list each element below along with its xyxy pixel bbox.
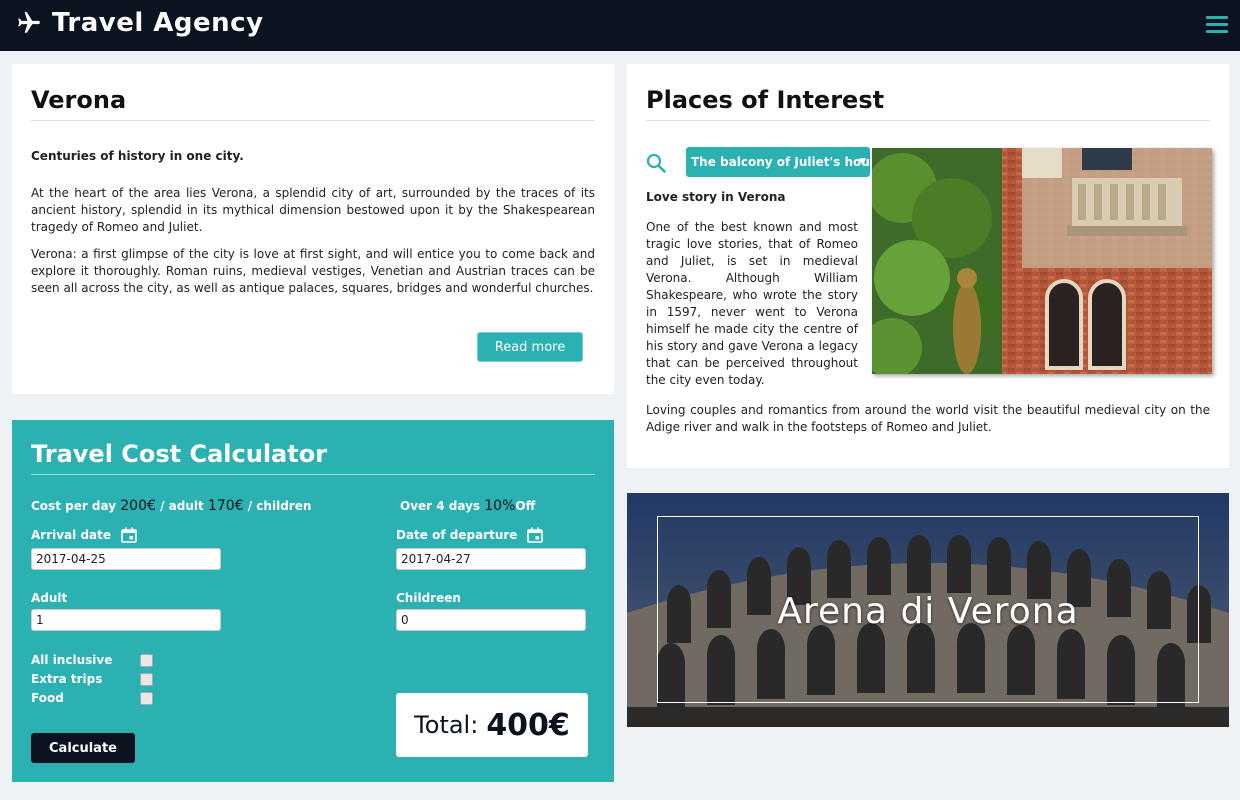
juliet-balcony-image xyxy=(872,148,1212,374)
departure-date-input[interactable] xyxy=(396,548,586,570)
children-label: Childreen xyxy=(396,591,461,605)
verona-title: Verona xyxy=(31,86,595,121)
verona-paragraph-1: At the heart of the area lies Verona, a … xyxy=(31,186,595,234)
place-select-value: The balcony of Juliet's house xyxy=(691,155,870,169)
discount-prefix: Over 4 days xyxy=(400,499,481,513)
brand-logo[interactable]: Travel Agency xyxy=(16,8,264,38)
option-extra-trips[interactable]: Extra trips xyxy=(31,672,153,686)
arena-banner[interactable]: Arena di Verona xyxy=(627,493,1229,727)
child-suffix: / children xyxy=(247,499,312,513)
departure-date-text: Date of departure xyxy=(396,528,518,542)
travel-cost-calculator: Travel Cost Calculator Cost per day 200€… xyxy=(12,420,614,782)
caret-down-icon: ▼ xyxy=(859,157,866,167)
brand-title: Travel Agency xyxy=(52,8,264,38)
places-of-interest-card: Places of Interest The balcony of Juliet… xyxy=(627,64,1229,468)
airplane-icon xyxy=(18,12,40,33)
calendar-icon[interactable] xyxy=(527,527,544,543)
arena-title: Arena di Verona xyxy=(777,591,1079,632)
adult-suffix: / adult xyxy=(160,499,204,513)
place-subtitle: Love story in Verona xyxy=(646,190,786,204)
hamburger-icon[interactable] xyxy=(1206,16,1228,36)
option-food[interactable]: Food xyxy=(31,691,153,705)
departure-date-label: Date of departure xyxy=(396,527,544,543)
option-label: Food xyxy=(31,691,64,705)
calculate-button[interactable]: Calculate xyxy=(31,733,135,763)
verona-paragraph-2: Verona: a first glimpse of the city is l… xyxy=(31,247,595,295)
adult-input[interactable] xyxy=(31,609,221,631)
place-description: One of the best known and most tragic lo… xyxy=(646,220,858,387)
adult-label: Adult xyxy=(31,591,68,605)
places-title: Places of Interest xyxy=(646,86,1210,121)
place-footer-text: Loving couples and romantics from around… xyxy=(646,403,1210,434)
verona-card: Verona Centuries of history in one city.… xyxy=(12,64,614,394)
calculator-title: Travel Cost Calculator xyxy=(31,440,595,475)
discount-value: 10% xyxy=(484,498,516,514)
top-navbar: Travel Agency xyxy=(0,0,1240,51)
checkbox[interactable] xyxy=(140,691,153,705)
option-all-inclusive[interactable]: All inclusive xyxy=(31,653,153,667)
arrival-date-label: Arrival date xyxy=(31,527,137,543)
arrival-date-text: Arrival date xyxy=(31,528,112,542)
total-value: 400€ xyxy=(486,707,570,743)
calendar-icon[interactable] xyxy=(121,527,137,543)
arrival-date-input[interactable] xyxy=(31,548,221,570)
total-box: Total: 400€ xyxy=(396,693,588,757)
verona-lead: Centuries of history in one city. xyxy=(31,149,244,163)
checkbox[interactable] xyxy=(140,653,153,667)
place-select[interactable]: The balcony of Juliet's house ▼ xyxy=(686,147,870,177)
option-label: Extra trips xyxy=(31,672,103,686)
cost-per-day: Cost per day 200€ / adult 170€ / childre… xyxy=(31,498,311,514)
discount-info: Over 4 days 10%Off xyxy=(400,498,535,514)
read-more-button[interactable]: Read more xyxy=(477,332,583,362)
search-icon[interactable] xyxy=(646,153,666,173)
child-price: 170€ xyxy=(207,498,244,514)
option-label: All inclusive xyxy=(31,653,113,667)
cost-prefix: Cost per day xyxy=(31,499,117,513)
children-input[interactable] xyxy=(396,609,586,631)
checkbox[interactable] xyxy=(140,672,153,686)
adult-price: 200€ xyxy=(120,498,156,514)
discount-suffix: Off xyxy=(515,499,536,513)
total-label: Total: xyxy=(414,711,479,739)
